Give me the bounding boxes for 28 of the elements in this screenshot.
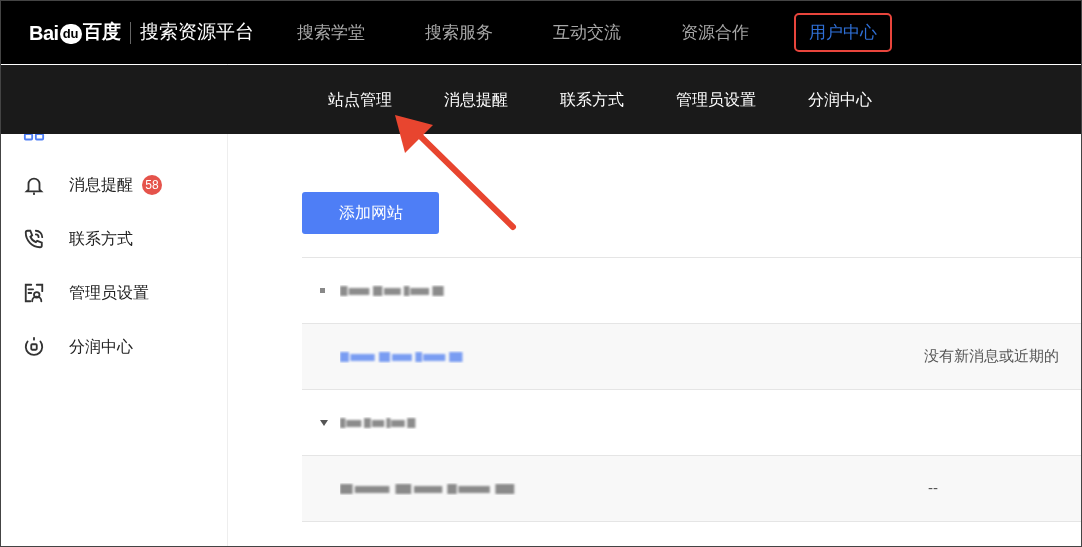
count-badge: 58 (142, 174, 162, 195)
logo-text: Bai (29, 20, 59, 46)
sidebar-item[interactable]: 消息提醒 58 (23, 170, 227, 199)
sidebar-item[interactable]: 管理员设置 (23, 278, 227, 307)
nav-link[interactable]: 用户中心 (793, 12, 892, 53)
add-site-button[interactable]: 添加网站 (302, 192, 439, 234)
status-text: 没有新消息或近期的 (924, 346, 1059, 367)
nav-link[interactable]: 搜索服务 (409, 12, 508, 53)
logo-text: 百度 (82, 20, 121, 45)
sidebar-item[interactable]: 分润中心 (23, 332, 227, 361)
phone-icon (23, 227, 45, 250)
submenu-link[interactable]: 分润中心 (808, 87, 872, 112)
user-card-icon (23, 281, 45, 304)
nav-link[interactable]: 搜索学堂 (281, 12, 380, 53)
logo-paw: du (59, 23, 82, 44)
target-icon (23, 335, 45, 358)
bullet-icon (320, 288, 325, 293)
sidebar-item[interactable]: 联系方式 (23, 224, 227, 253)
submenu-link[interactable]: 联系方式 (560, 87, 624, 112)
submenu-link[interactable]: 消息提醒 (444, 87, 508, 112)
grid-icon (23, 133, 45, 141)
nav-link[interactable]: 资源合作 (665, 12, 764, 53)
submenu-link[interactable]: 站点管理 (328, 87, 392, 112)
nav-link[interactable]: 互动交流 (537, 12, 636, 53)
status-text: -- (928, 478, 938, 499)
caret-icon[interactable] (320, 419, 328, 426)
submenu-link[interactable]: 管理员设置 (676, 87, 756, 112)
platform-name: 搜索资源平台 (139, 20, 254, 45)
